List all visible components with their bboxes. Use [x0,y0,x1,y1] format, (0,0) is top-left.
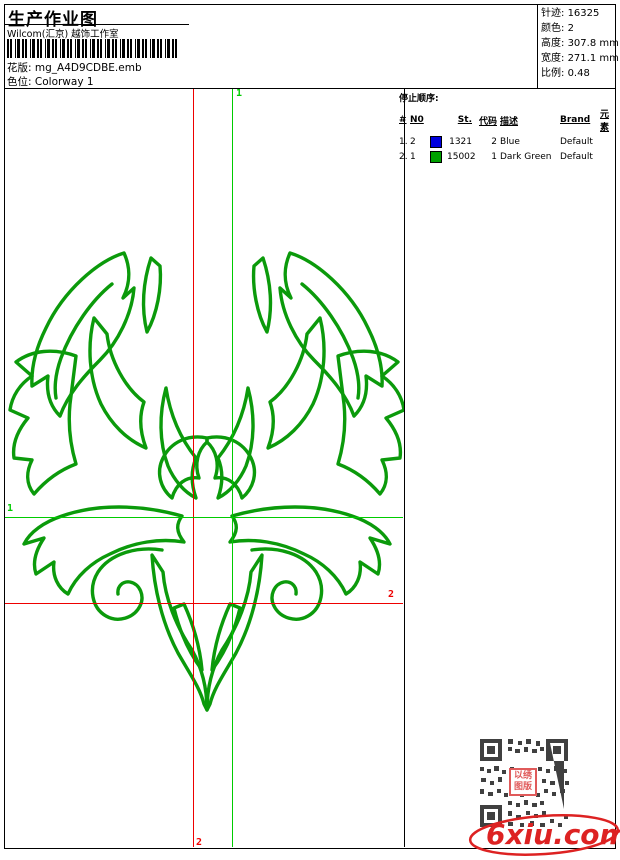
design-stats: 针迹: 16325 颜色: 2 高度: 307.8 mm 宽度: 271.1 m… [541,6,619,81]
stat-stitches: 针迹: 16325 [541,8,600,19]
colorway-label: 色位: [7,76,32,88]
site-logo-text: 6xiu.com [486,818,620,851]
col-header-st: St. [457,115,472,125]
guide-horizontal-red [5,603,403,604]
design-top-spike [141,256,163,334]
col-header-n0: N0 [410,115,424,125]
production-worksheet: 生产作业图 Wilcom(汇京) 越饰工作室 花版: mg_A4D9CDBE.e… [0,0,620,860]
colorway-row: 色位: Colorway 1 [7,74,94,89]
design-horn [30,251,136,418]
stat-height: 高度: 307.8 mm [541,38,619,49]
pattern-label: 花版: [7,62,32,74]
info-box-divider [537,4,538,88]
guide-label-1-left: 1 [7,503,14,514]
barcode [7,39,177,58]
stat-scale: 比例: 0.48 [541,68,590,79]
row1-brand: Default [560,137,593,147]
company-name: Wilcom(汇京) 越饰工作室 [7,29,119,40]
row2-code: 1 [491,152,497,162]
col-header-element: 元素 [600,110,610,133]
embroidery-design [8,251,404,712]
guide-vertical-green [232,89,233,847]
design-left-flames [8,349,78,496]
row1-desc: Blue [500,137,520,147]
guide-label-2-bottom: 2 [196,837,203,848]
qr-center-stamp: 以绣 图版 [509,768,537,796]
row2-brand: Default [560,152,593,162]
stat-width: 宽度: 271.1 mm [541,53,619,64]
title-underline [4,24,189,25]
guide-horizontal-green [5,517,403,518]
stop-sequence-caption: 停止顺序: [399,94,439,104]
row1-st: 1321 [449,137,472,147]
col-header-code: 代码 [478,116,497,127]
row1-code: 2 [491,137,497,147]
guide-label-1-top: 1 [236,88,243,99]
row2-color-swatch [430,151,442,163]
row1-color-swatch [430,136,442,148]
stop-sequence-table: 停止顺序: # N0 St. 代码 描述 Brand 元素 1. 2 1321 … [399,91,613,163]
design-chin-band [150,553,209,712]
colorway-value: Colorway 1 [34,76,94,88]
pattern-value: mg_A4D9CDBE.emb [34,62,142,74]
row2-desc: Dark Green [500,152,552,162]
row2-n0: 1 [410,152,416,162]
col-header-desc: 描述 [500,116,519,127]
col-header-brand: Brand [560,115,591,125]
pattern-row: 花版: mg_A4D9CDBE.emb [7,60,142,75]
row2-st: 15002 [447,152,476,162]
guide-vertical-red [193,89,194,847]
panel-divider [404,88,405,847]
row1-n0: 2 [410,137,416,147]
stat-colors: 颜色: 2 [541,23,574,34]
guide-label-2-right: 2 [388,589,395,600]
